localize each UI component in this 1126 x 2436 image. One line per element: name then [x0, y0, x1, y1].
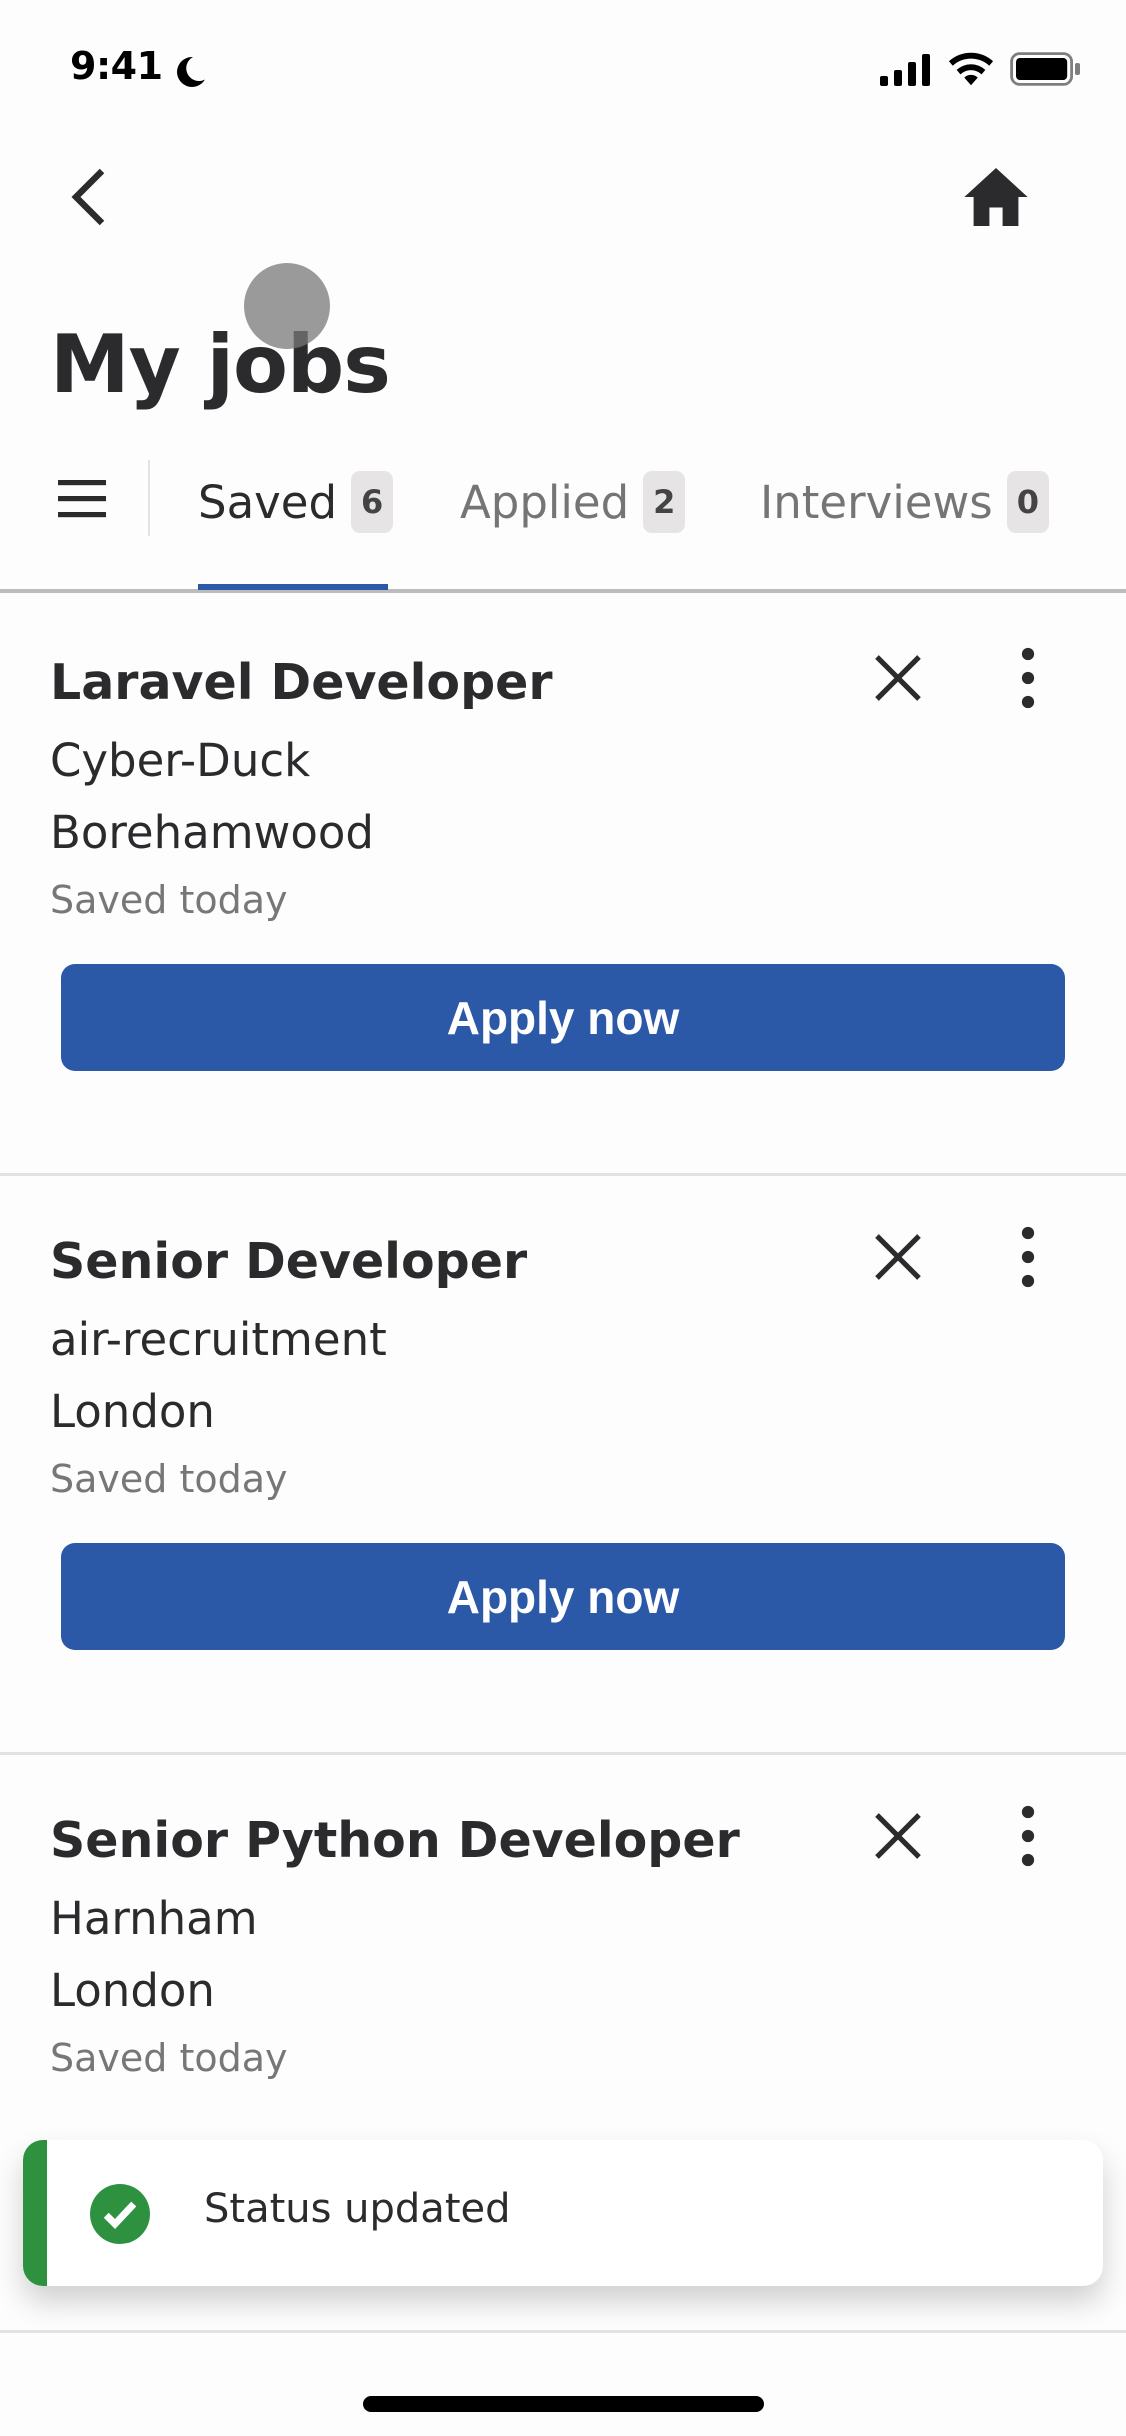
job-company: Cyber-Duck [50, 734, 311, 787]
count-badge: 2 [643, 471, 686, 533]
job-location: London [50, 1964, 215, 2017]
cellular-signal-icon [880, 54, 930, 86]
saved-date: Saved today [50, 1457, 288, 1501]
job-company: Harnham [50, 1892, 258, 1945]
status-toast: Status updated [23, 2140, 1103, 2286]
more-options-icon[interactable] [1010, 1225, 1046, 1289]
saved-date: Saved today [50, 2036, 288, 2080]
toast-accent-bar [23, 2140, 47, 2286]
job-title[interactable]: Senior Developer [50, 1233, 527, 1290]
back-button[interactable] [62, 165, 114, 229]
job-title[interactable]: Senior Python Developer [50, 1812, 740, 1869]
tab-label: Interviews [760, 475, 993, 529]
job-company: air-recruitment [50, 1313, 387, 1366]
moon-icon [177, 56, 205, 87]
status-time: 9:41 [70, 44, 163, 88]
wifi-icon [948, 52, 994, 86]
tab-label: Saved [198, 475, 338, 529]
home-button[interactable] [964, 168, 1028, 226]
apply-now-button[interactable]: Apply now [61, 1543, 1065, 1650]
remove-icon[interactable] [870, 1229, 926, 1285]
count-badge: 6 [351, 471, 394, 533]
job-card: Senior Developer air-recruitment London … [0, 1203, 1126, 1782]
more-options-icon[interactable] [1010, 1804, 1046, 1868]
tab-label: Applied [460, 475, 630, 529]
saved-date: Saved today [50, 878, 288, 922]
battery-icon [1010, 52, 1080, 86]
job-title[interactable]: Laravel Developer [50, 654, 553, 711]
apply-now-button[interactable]: Apply now [61, 964, 1065, 1071]
more-options-icon[interactable] [1010, 646, 1046, 710]
tab-bar-border [0, 589, 1126, 593]
touch-indicator [244, 263, 330, 349]
job-location: London [50, 1385, 215, 1438]
tab-bar: Saved 6 Applied 2 Interviews 0 [0, 455, 1126, 589]
bottom-divider [0, 2330, 1126, 2333]
tab-applied[interactable]: Applied 2 [460, 469, 686, 535]
remove-icon[interactable] [870, 1808, 926, 1864]
active-tab-indicator [198, 584, 388, 590]
card-divider [0, 1752, 1126, 1755]
check-circle-icon [90, 2184, 150, 2244]
remove-icon[interactable] [870, 650, 926, 706]
job-location: Borehamwood [50, 806, 374, 859]
toast-message: Status updated [204, 2186, 511, 2232]
count-badge: 0 [1006, 471, 1049, 533]
page-title: My jobs [50, 318, 391, 411]
tab-saved[interactable]: Saved 6 [198, 469, 394, 535]
job-card: Laravel Developer Cyber-Duck Borehamwood… [0, 624, 1126, 1203]
home-indicator[interactable] [363, 2396, 764, 2412]
card-divider [0, 1173, 1126, 1176]
tab-interviews[interactable]: Interviews 0 [760, 469, 1049, 535]
